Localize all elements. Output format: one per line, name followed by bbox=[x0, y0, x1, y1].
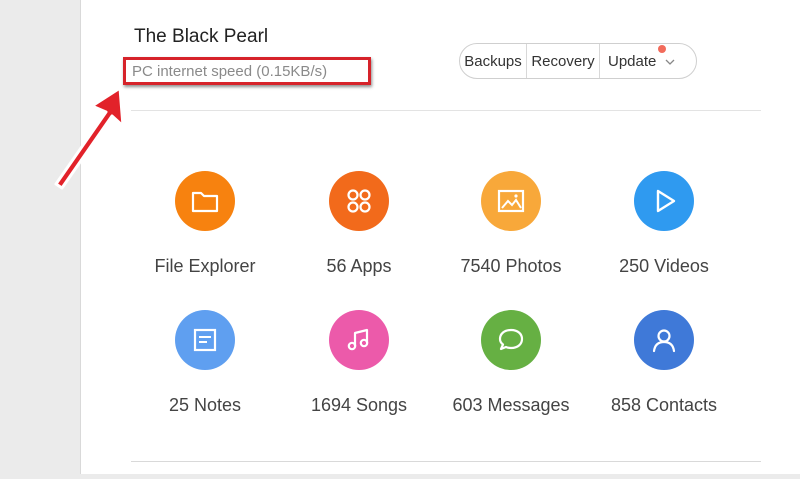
tile-label: File Explorer bbox=[154, 256, 256, 276]
backups-button[interactable]: Backups bbox=[460, 44, 526, 78]
tile-label: 56 Apps bbox=[326, 256, 392, 276]
speed-highlight-box: PC internet speed (0.15KB/s) bbox=[123, 57, 371, 85]
tile-videos[interactable]: 250 Videos bbox=[589, 171, 739, 277]
chat-bubble-icon bbox=[481, 310, 541, 370]
update-notification-dot bbox=[658, 45, 666, 53]
tile-file-explorer[interactable]: File Explorer bbox=[130, 171, 280, 277]
tile-contacts[interactable]: 858 Contacts bbox=[589, 310, 739, 416]
device-toolbar: Backups Recovery Update bbox=[459, 43, 697, 79]
tile-songs[interactable]: 1694 Songs bbox=[284, 310, 434, 416]
phone-manager-window: The Black Pearl PC internet speed (0.15K… bbox=[80, 0, 800, 474]
tile-label: 1694 Songs bbox=[310, 395, 408, 415]
chevron-down-icon bbox=[665, 59, 675, 65]
note-icon bbox=[175, 310, 235, 370]
tile-messages[interactable]: 603 Messages bbox=[436, 310, 586, 416]
recovery-button[interactable]: Recovery bbox=[526, 44, 599, 78]
tile-label: 25 Notes bbox=[168, 395, 242, 415]
tile-label: 603 Messages bbox=[452, 395, 570, 415]
header-divider bbox=[131, 110, 761, 111]
device-name: The Black Pearl bbox=[134, 26, 269, 47]
tile-label: 7540 Photos bbox=[460, 256, 562, 276]
apps-grid-icon bbox=[329, 171, 389, 231]
recovery-label: Recovery bbox=[531, 52, 595, 70]
photo-icon bbox=[481, 171, 541, 231]
footer-divider bbox=[131, 461, 761, 462]
update-button[interactable]: Update bbox=[599, 44, 696, 78]
contact-person-icon bbox=[634, 310, 694, 370]
internet-speed-label: PC internet speed (0.15KB/s) bbox=[132, 62, 328, 80]
tile-label: 858 Contacts bbox=[610, 395, 718, 415]
red-pointer-arrow-icon bbox=[54, 86, 125, 190]
folder-icon bbox=[175, 171, 235, 231]
music-note-icon bbox=[329, 310, 389, 370]
tile-photos[interactable]: 7540 Photos bbox=[436, 171, 586, 277]
update-label: Update bbox=[608, 52, 657, 70]
tile-apps[interactable]: 56 Apps bbox=[284, 171, 434, 277]
tile-notes[interactable]: 25 Notes bbox=[130, 310, 280, 416]
tile-label: 250 Videos bbox=[619, 256, 709, 276]
play-icon bbox=[634, 171, 694, 231]
backups-label: Backups bbox=[464, 52, 522, 70]
